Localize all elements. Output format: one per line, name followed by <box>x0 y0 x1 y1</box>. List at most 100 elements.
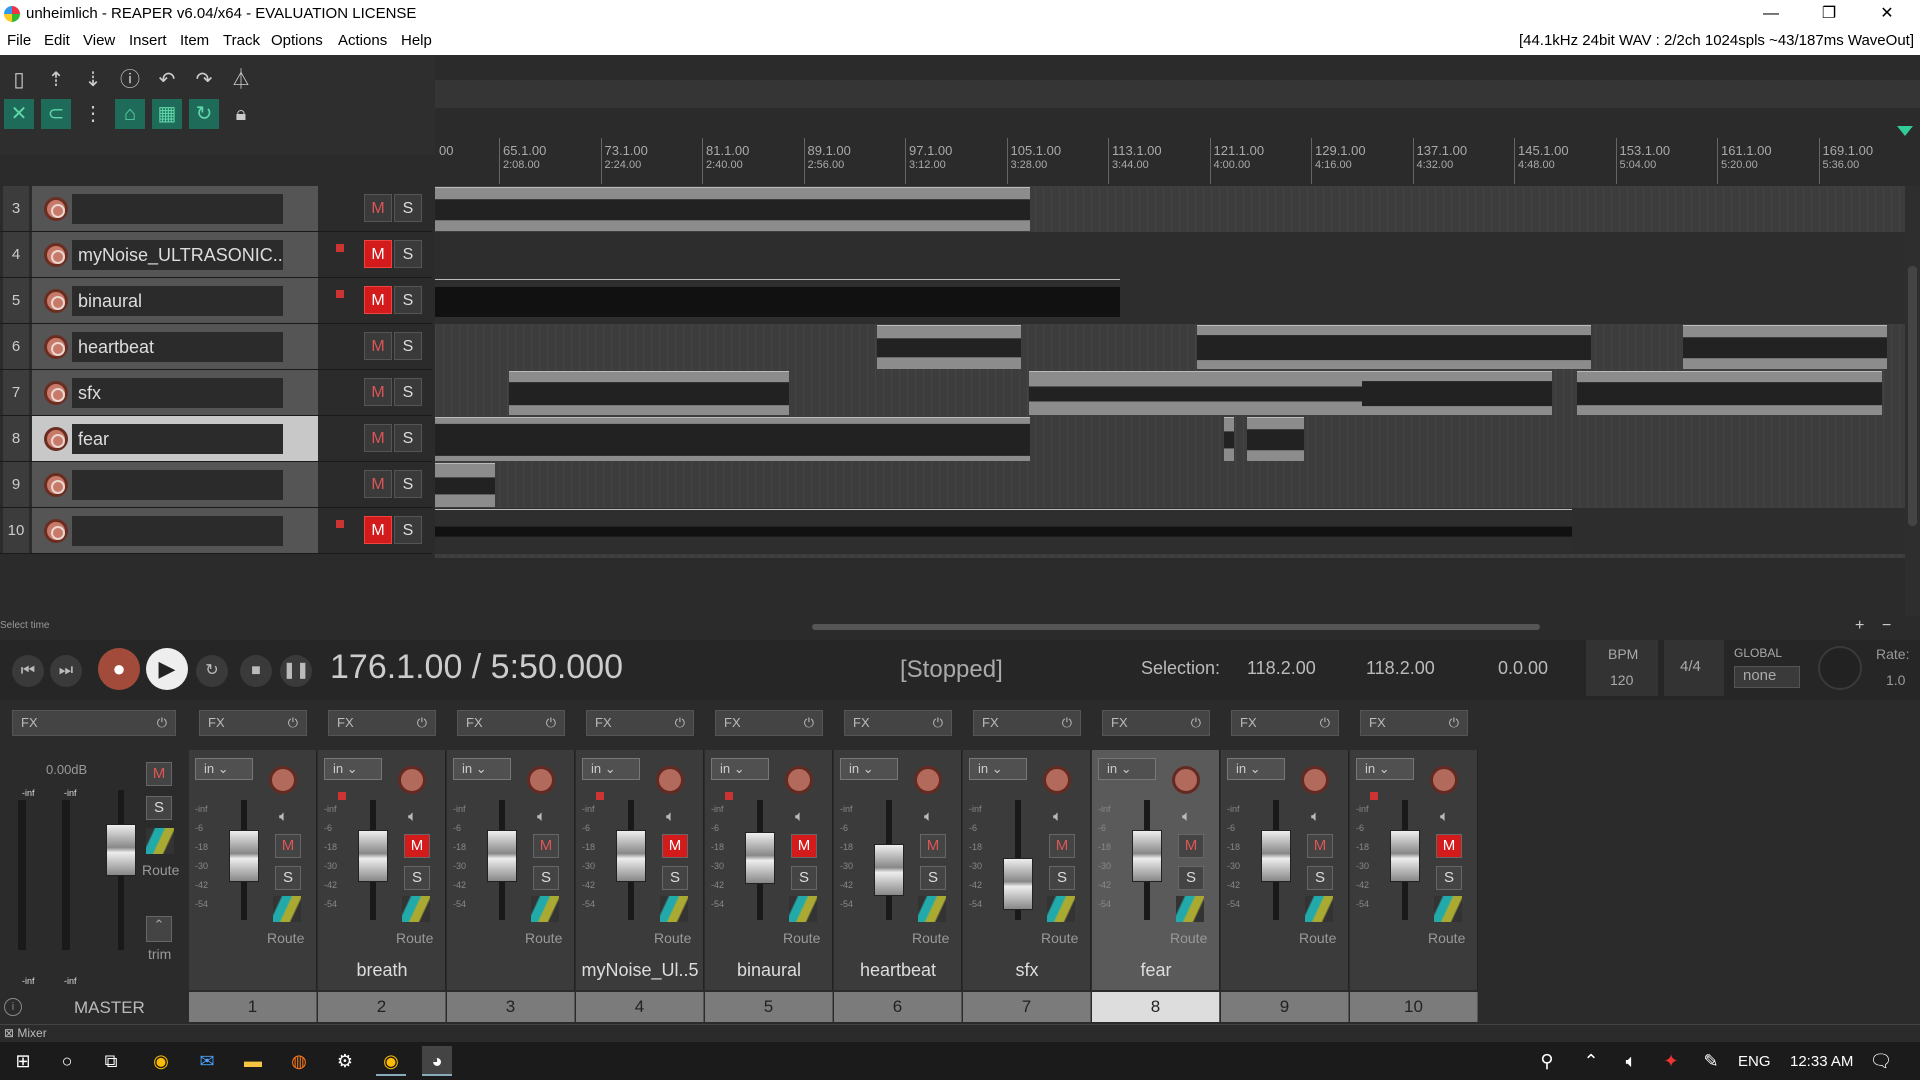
route-icon[interactable] <box>402 896 430 922</box>
track-solo-button[interactable]: S <box>394 240 422 268</box>
snap-grid-icon[interactable]: ▦ <box>152 99 182 129</box>
track-solo-button[interactable]: S <box>394 378 422 406</box>
firefox-icon[interactable]: ◍ <box>284 1046 314 1076</box>
clock[interactable]: 12:33 AM <box>1790 1053 1853 1070</box>
input-select[interactable]: in ⌄ <box>195 758 253 780</box>
trim-icon[interactable]: ⌃ <box>146 916 172 942</box>
track-solo-button[interactable]: S <box>394 470 422 498</box>
track-mute-button[interactable]: M <box>364 194 392 222</box>
start-icon[interactable]: ⊞ <box>8 1046 38 1076</box>
input-select[interactable]: in ⌄ <box>969 758 1027 780</box>
master-volume[interactable]: 0.00dB <box>46 762 87 777</box>
zoom-in-icon[interactable]: + <box>1855 617 1864 635</box>
track-mute-button[interactable]: M <box>364 516 392 544</box>
strip-mute-button[interactable]: M <box>1436 834 1462 858</box>
strip-number[interactable]: 3 <box>447 992 575 1022</box>
media-item[interactable] <box>435 279 1120 323</box>
track-row[interactable]: 3 MS <box>0 186 432 232</box>
play-button[interactable]: ▶ <box>146 648 188 690</box>
language-indicator[interactable]: ENG <box>1738 1053 1771 1070</box>
auto-crossfade-icon[interactable]: ✕ <box>4 99 34 129</box>
route-label[interactable]: Route <box>267 930 304 946</box>
record-arm-icon[interactable] <box>1043 766 1071 794</box>
track-name-field[interactable]: binaural <box>72 286 283 316</box>
speaker-icon[interactable]: 🔈︎ <box>1182 808 1191 825</box>
strip-number[interactable]: 8 <box>1092 992 1220 1022</box>
speaker-icon[interactable]: 🔈︎ <box>666 808 675 825</box>
record-arm-icon[interactable] <box>44 519 68 543</box>
new-project-icon[interactable]: ▯ <box>4 65 34 95</box>
ripple-link-icon[interactable]: ⊂ <box>41 99 71 129</box>
speaker-icon[interactable]: 🔈︎ <box>279 808 288 825</box>
strip-fx-button[interactable]: FX ⏻ <box>328 710 436 736</box>
strip-number[interactable]: 9 <box>1221 992 1349 1022</box>
track-name-field[interactable]: heartbeat <box>72 332 283 362</box>
media-item[interactable] <box>1224 417 1234 461</box>
strip-name[interactable]: fear <box>1092 960 1220 981</box>
media-item[interactable] <box>877 325 1021 369</box>
media-item[interactable] <box>435 463 495 507</box>
track-number[interactable]: 7 <box>3 370 29 415</box>
strip-fx-button[interactable]: FX ⏻ <box>586 710 694 736</box>
track-name-field[interactable]: myNoise_ULTRASONIC..5 <box>72 240 283 270</box>
track-row[interactable]: 7 sfx M S <box>0 370 432 416</box>
strip-mute-button[interactable]: M <box>662 834 688 858</box>
route-icon[interactable] <box>789 896 817 922</box>
track-solo-button[interactable]: S <box>394 516 422 544</box>
media-item[interactable] <box>1197 325 1591 369</box>
record-arm-icon[interactable] <box>1430 766 1458 794</box>
track-row[interactable]: 5 binaural M S <box>0 278 432 324</box>
project-settings-icon[interactable]: ⓘ <box>115 65 145 95</box>
input-select[interactable]: in ⌄ <box>582 758 640 780</box>
tray-app-icon[interactable]: ✦ <box>1656 1046 1686 1076</box>
fader-cap[interactable] <box>616 830 646 882</box>
speaker-icon[interactable]: 🔈︎ <box>408 808 417 825</box>
media-item[interactable] <box>1247 417 1304 461</box>
track-solo-button[interactable]: S <box>394 424 422 452</box>
zoom-out-icon[interactable]: − <box>1882 617 1891 635</box>
media-item[interactable] <box>1683 325 1887 369</box>
vertical-scrollbar[interactable] <box>1905 186 1920 616</box>
record-arm-icon[interactable] <box>1301 766 1329 794</box>
strip-mute-button[interactable]: M <box>1178 834 1204 858</box>
timesig-box[interactable]: 4/4 <box>1664 640 1724 696</box>
redo-icon[interactable]: ↷ <box>189 65 219 95</box>
route-icon[interactable] <box>1176 896 1204 922</box>
strip-solo-button[interactable]: S <box>1178 866 1204 890</box>
global-automation-select[interactable]: none <box>1734 666 1800 688</box>
track-name-field[interactable] <box>72 194 283 224</box>
track-number[interactable]: 9 <box>3 462 29 507</box>
strip-fx-button[interactable]: FX ⏻ <box>457 710 565 736</box>
input-select[interactable]: in ⌄ <box>711 758 769 780</box>
strip-fx-button[interactable]: FX ⏻ <box>1231 710 1339 736</box>
reaper-taskbar-icon[interactable]: ◕ <box>422 1046 452 1076</box>
menu-insert[interactable]: Insert <box>129 32 167 49</box>
track-mute-button[interactable]: M <box>364 332 392 360</box>
strip-solo-button[interactable]: S <box>275 866 301 890</box>
input-select[interactable]: in ⌄ <box>1356 758 1414 780</box>
strip-solo-button[interactable]: S <box>920 866 946 890</box>
file-explorer-icon[interactable]: ▬ <box>238 1046 268 1076</box>
master-mute-button[interactable]: M <box>146 762 172 786</box>
record-arm-icon[interactable] <box>398 766 426 794</box>
bpm-box[interactable]: BPM 120 <box>1586 640 1658 696</box>
media-item[interactable] <box>435 187 1030 231</box>
strip-number[interactable]: 7 <box>963 992 1091 1022</box>
horizontal-scrollbar[interactable]: + − <box>435 616 1920 638</box>
speaker-icon[interactable]: 🔈︎ <box>537 808 546 825</box>
info-icon[interactable]: i <box>4 998 22 1016</box>
track-row[interactable]: 4 myNoise_ULTRASONIC..5 M S <box>0 232 432 278</box>
strip-mute-button[interactable]: M <box>275 834 301 858</box>
strip-solo-button[interactable]: S <box>662 866 688 890</box>
route-label[interactable]: Route <box>654 930 691 946</box>
strip-solo-button[interactable]: S <box>1307 866 1333 890</box>
route-label[interactable]: Route <box>396 930 433 946</box>
strip-fx-button[interactable]: FX ⏻ <box>1102 710 1210 736</box>
go-end-icon[interactable]: ⏭ <box>50 655 82 687</box>
route-icon[interactable] <box>1305 896 1333 922</box>
track-mute-button[interactable]: M <box>364 424 392 452</box>
track-number[interactable]: 4 <box>3 232 29 277</box>
track-number[interactable]: 3 <box>3 186 29 231</box>
settings-icon[interactable]: ⚙ <box>330 1046 360 1076</box>
menu-edit[interactable]: Edit <box>44 32 70 49</box>
